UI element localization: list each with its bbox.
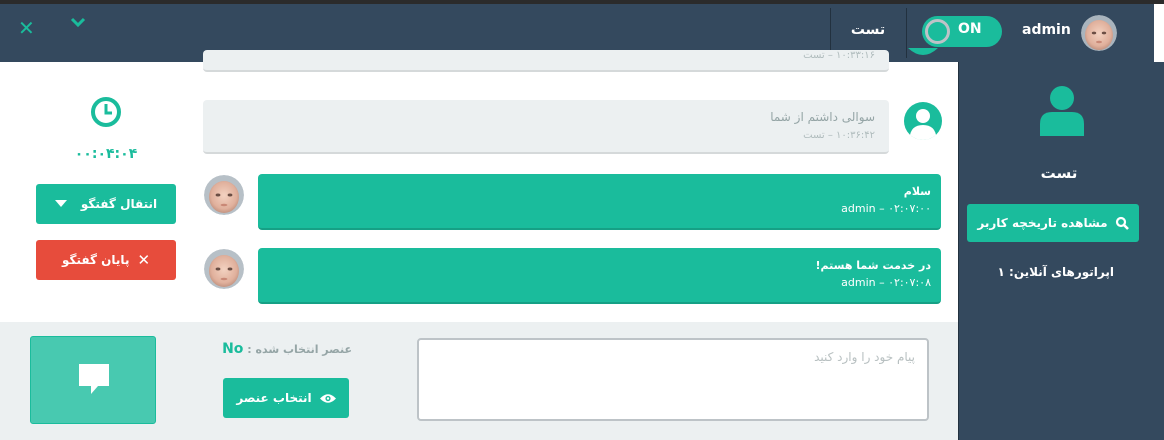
view-history-button[interactable]: مشاهده تاریخچه کاربر [967,204,1139,242]
user-icon [904,102,942,140]
comment-icon [79,364,109,394]
operator-avatar [204,249,244,289]
clock-icon [91,97,121,127]
selected-element-value: No [222,341,244,357]
end-chat-button[interactable]: ✕ پایان گفتگو [36,240,176,280]
view-history-label: مشاهده تاریخچه کاربر [977,216,1108,230]
sidebar-visitor-name: تست [1040,164,1078,182]
message-bubble-visitor: ۱۰:۳۳:۱۶ – تست [203,50,889,72]
message-text: سلام [903,185,931,198]
eye-icon [319,393,336,403]
message-text: سوالی داشتم از شما [770,110,875,124]
message-meta: ۱۰:۳۶:۴۲ – تست [803,130,875,141]
transfer-chat-label: انتقال گفتگو [80,197,158,211]
user-avatar[interactable] [1081,15,1117,51]
message-text: در خدمت شما هستم! [815,259,931,272]
visitor-sidebar: تست مشاهده تاریخچه کاربر اپراتورهای آنلا… [958,62,1164,440]
composer-bar: عنصر انتخاب شده : No انتخاب عنصر [0,322,958,440]
close-icon[interactable]: ✕ [18,16,35,40]
operator-avatar [204,175,244,215]
message-bubble-operator: در خدمت شما هستم! admin – ۰۲:۰۷:۰۸ [258,248,941,304]
header-username: admin [1022,22,1071,38]
select-element-label: انتخاب عنصر [236,391,312,405]
selected-element-caption: عنصر انتخاب شده : [247,343,352,356]
select-element-button[interactable]: انتخاب عنصر [223,378,349,418]
send-message-button[interactable] [30,336,156,424]
chat-timer: ۰۰:۰۴:۰۴ [74,146,138,162]
toggle-knob [925,19,950,44]
online-toggle[interactable]: ON [922,16,1002,47]
toggle-label: ON [958,21,982,37]
selected-element-label: عنصر انتخاب شده : No [220,341,352,357]
user-icon [908,48,938,55]
online-operators-count: اپراتورهای آنلاین: ۱ [997,265,1114,279]
message-meta: admin – ۰۲:۰۷:۰۰ [841,202,931,215]
message-bubble-visitor: سوالی داشتم از شما ۱۰:۳۶:۴۲ – تست [203,100,889,154]
search-icon [1115,216,1129,230]
chat-area: ۰۰:۰۴:۰۴ انتقال گفتگو ✕ پایان گفتگو ۱۰:۳… [0,48,958,322]
transfer-chat-button[interactable]: انتقال گفتگو [36,184,176,224]
message-bubble-operator: سلام admin – ۰۲:۰۷:۰۰ [258,174,941,230]
chevron-down-icon[interactable] [70,16,86,28]
close-icon: ✕ [137,251,151,269]
message-meta: admin – ۰۲:۰۷:۰۸ [841,276,931,289]
header-visitor-name: تست [850,22,886,38]
end-chat-label: پایان گفتگو [61,253,130,267]
caret-down-icon [54,200,67,207]
message-meta: ۱۰:۳۳:۱۶ – تست [803,50,875,61]
message-input[interactable] [417,338,929,421]
user-icon [1040,86,1084,136]
